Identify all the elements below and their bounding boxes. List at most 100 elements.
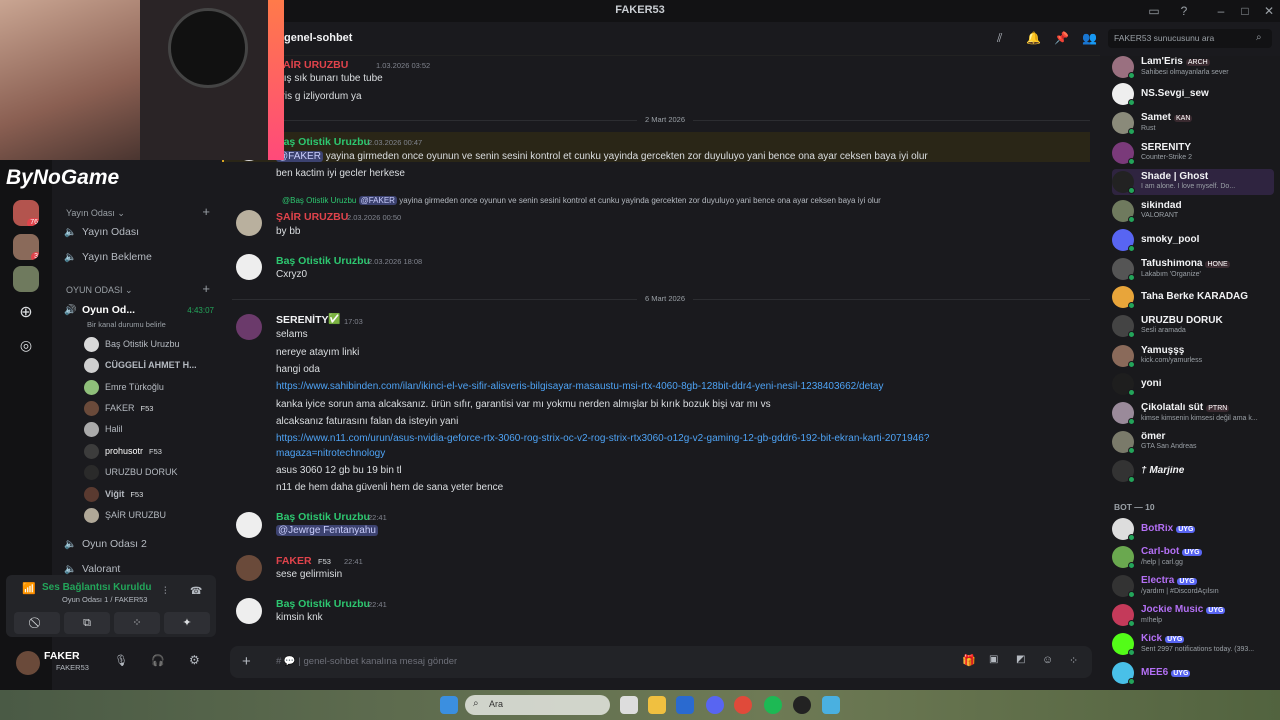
message-author[interactable]: Baş Otistik Uruzbu bbox=[276, 511, 370, 523]
discord-icon[interactable] bbox=[706, 696, 724, 714]
activities-button[interactable]: ⁘ bbox=[114, 612, 160, 634]
gif-icon[interactable]: ▣ bbox=[989, 654, 998, 665]
user-name[interactable]: FAKER bbox=[44, 650, 80, 662]
add-server-icon[interactable]: ⊕ bbox=[13, 300, 39, 326]
member-item[interactable]: Samet KAN Rust bbox=[1112, 110, 1276, 136]
server-icon[interactable]: 3 bbox=[13, 234, 39, 260]
category-header[interactable]: Yayın Odası ⌄ bbox=[66, 208, 125, 219]
member-item[interactable]: Carl-bot UYG/help | carl.gg bbox=[1112, 544, 1276, 570]
message-input[interactable]: + # 💬 | genel-sohbet kanalına mesaj gönd… bbox=[230, 646, 1092, 678]
message-author[interactable]: ŞAİR URUZBU bbox=[276, 59, 348, 71]
voice-user[interactable]: ŞAİR URUZBU bbox=[84, 506, 166, 524]
task-view-icon[interactable] bbox=[620, 696, 638, 714]
avatar[interactable] bbox=[236, 512, 262, 538]
voice-user[interactable]: URUZBU DORUK bbox=[84, 463, 178, 481]
member-item[interactable]: Shade | Ghost I am alone. I love myself. … bbox=[1112, 169, 1274, 195]
add-channel-icon[interactable]: + bbox=[202, 204, 210, 219]
category-header[interactable]: OYUN ODASI ⌄ bbox=[66, 285, 133, 296]
spotify-icon[interactable] bbox=[764, 696, 782, 714]
server-icon[interactable]: 76 bbox=[13, 200, 39, 226]
voice-user[interactable]: FAKER F53 bbox=[84, 399, 153, 417]
member-item[interactable]: sikindad VALORANT bbox=[1112, 198, 1276, 224]
obs-icon[interactable] bbox=[793, 696, 811, 714]
member-item[interactable]: † Marjine bbox=[1112, 458, 1276, 484]
members-icon[interactable]: 👥 bbox=[1082, 31, 1097, 45]
message-link[interactable]: magaza=nitrotechnology bbox=[276, 448, 385, 459]
message-link[interactable]: https://www.n11.com/urun/asus-nvidia-gef… bbox=[276, 433, 929, 444]
avatar[interactable] bbox=[16, 651, 40, 675]
voice-channel[interactable]: 🔈 Yayın Bekleme bbox=[64, 248, 214, 266]
message-author[interactable]: FAKER bbox=[276, 555, 312, 567]
member-item[interactable]: Çikolatalı süt PTRN kimse kimsenin kimsesi… bbox=[1112, 400, 1276, 426]
server-search-input[interactable]: FAKER53 sunucusunu ara ⌕ bbox=[1108, 29, 1272, 48]
message-author[interactable]: ŞAİR URUZBU bbox=[276, 211, 348, 223]
member-item[interactable]: NS.Sevgi_sew bbox=[1112, 81, 1276, 107]
voice-user[interactable]: Viğit F53 bbox=[84, 485, 143, 503]
inbox-icon[interactable]: ▭ bbox=[1147, 4, 1161, 18]
store-icon[interactable] bbox=[676, 696, 694, 714]
headphones-icon[interactable]: 🎧 bbox=[151, 654, 165, 667]
message-link[interactable]: https://www.sahibinden.com/ilan/ikinci-e… bbox=[276, 381, 883, 392]
channel-status[interactable]: Bir kanal durumu belirle bbox=[87, 320, 166, 329]
apps-icon[interactable]: ⁘ bbox=[1069, 654, 1078, 667]
gift-icon[interactable]: 🎁 bbox=[962, 654, 976, 667]
member-item[interactable]: SERENİTY Counter-Strike 2 bbox=[1112, 140, 1276, 166]
message-author[interactable]: Baş Otistik Uruzbu bbox=[276, 598, 370, 610]
pin-icon[interactable]: 📌 bbox=[1054, 31, 1069, 45]
maximize-icon[interactable]: □ bbox=[1238, 4, 1252, 18]
voice-user[interactable]: Baş Otistik Uruzbu bbox=[84, 335, 180, 353]
member-item[interactable]: Lam'Eris ARCH Sahibesi olmayanlarla sever bbox=[1112, 56, 1276, 80]
active-voice-channel[interactable]: 🔊 Oyun Od... 4:43:07 bbox=[64, 301, 214, 319]
explore-icon[interactable]: ◎ bbox=[13, 332, 39, 358]
microphone-icon[interactable]: 🎙 bbox=[114, 654, 128, 667]
threads-icon[interactable]: ⫽ bbox=[997, 31, 1002, 46]
server-icon[interactable] bbox=[13, 266, 39, 292]
app-icon[interactable] bbox=[822, 696, 840, 714]
member-item[interactable]: Electra UYG/yardım | #DiscordAçılsın bbox=[1112, 573, 1276, 599]
noise-icon[interactable]: ⫶ bbox=[164, 586, 167, 597]
voice-user[interactable]: prohusotr F53 bbox=[84, 442, 162, 460]
message-author[interactable]: Baş Otistik Uruzbu bbox=[276, 136, 370, 148]
member-item[interactable]: Kick UYG Sent 2997 notifications today. (3… bbox=[1112, 631, 1276, 657]
minimize-icon[interactable]: – bbox=[1214, 4, 1228, 18]
message-author[interactable]: Baş Otistik Uruzbu bbox=[276, 255, 370, 267]
avatar[interactable] bbox=[236, 210, 262, 236]
member-item[interactable]: smoky_pool bbox=[1112, 227, 1276, 253]
screen-share-button[interactable]: ⧉ bbox=[64, 612, 110, 634]
avatar[interactable] bbox=[236, 314, 262, 340]
start-icon[interactable] bbox=[440, 696, 458, 714]
member-item[interactable]: BotRix UYG bbox=[1112, 516, 1276, 542]
member-item[interactable]: MEE6 UYG bbox=[1112, 660, 1276, 686]
sticker-icon[interactable]: ◩ bbox=[1016, 654, 1025, 665]
member-item[interactable]: ömer GTA San Andreas bbox=[1112, 429, 1276, 455]
message-author[interactable]: SERENİTY bbox=[276, 314, 329, 326]
settings-gear-icon[interactable]: ⚙ bbox=[189, 653, 200, 667]
add-channel-icon[interactable]: + bbox=[202, 281, 210, 296]
file-explorer-icon[interactable] bbox=[648, 696, 666, 714]
disconnect-icon[interactable]: ☎ bbox=[190, 586, 202, 597]
avatar[interactable] bbox=[236, 254, 262, 280]
bell-icon[interactable]: 🔔 bbox=[1026, 31, 1041, 45]
member-item[interactable]: Taha Berke KARADAĞ bbox=[1112, 284, 1276, 310]
attach-plus-icon[interactable]: + bbox=[242, 653, 251, 670]
reply-preview[interactable]: @Baş Otistik Uruzbu @FAKER yayina girmed… bbox=[282, 196, 881, 205]
voice-user[interactable]: CÜGGELİ AHMET H... bbox=[84, 356, 197, 374]
member-item[interactable]: Yamuşşş kick.com/yamurless bbox=[1112, 343, 1276, 369]
taskbar-search-input[interactable]: ⌕ Ara bbox=[465, 695, 610, 715]
help-icon[interactable]: ? bbox=[1177, 4, 1191, 18]
member-item[interactable]: Tafushimona HONE Lakabım 'Organize' bbox=[1112, 256, 1276, 282]
member-item[interactable]: Jockie Music UYG m!help bbox=[1112, 602, 1276, 628]
voice-channel[interactable]: 🔈 Oyun Odası 2 bbox=[64, 535, 214, 553]
voice-channel[interactable]: 🔈 Yayın Odası bbox=[64, 223, 214, 241]
voice-user[interactable]: Emre Türkoğlu bbox=[84, 378, 164, 396]
avatar[interactable] bbox=[236, 598, 262, 624]
member-item[interactable]: yoni bbox=[1112, 371, 1276, 397]
signal-icon[interactable]: 📶 bbox=[22, 582, 36, 595]
user-mention[interactable]: @Jewrge Fentanyahu bbox=[276, 525, 378, 536]
voice-user[interactable]: Halil bbox=[84, 420, 123, 438]
avatar[interactable] bbox=[236, 555, 262, 581]
chrome-icon[interactable] bbox=[734, 696, 752, 714]
camera-off-button[interactable]: ⃠ bbox=[14, 612, 60, 634]
close-icon[interactable]: ✕ bbox=[1262, 4, 1276, 18]
emoji-icon[interactable]: ☺ bbox=[1042, 654, 1053, 666]
